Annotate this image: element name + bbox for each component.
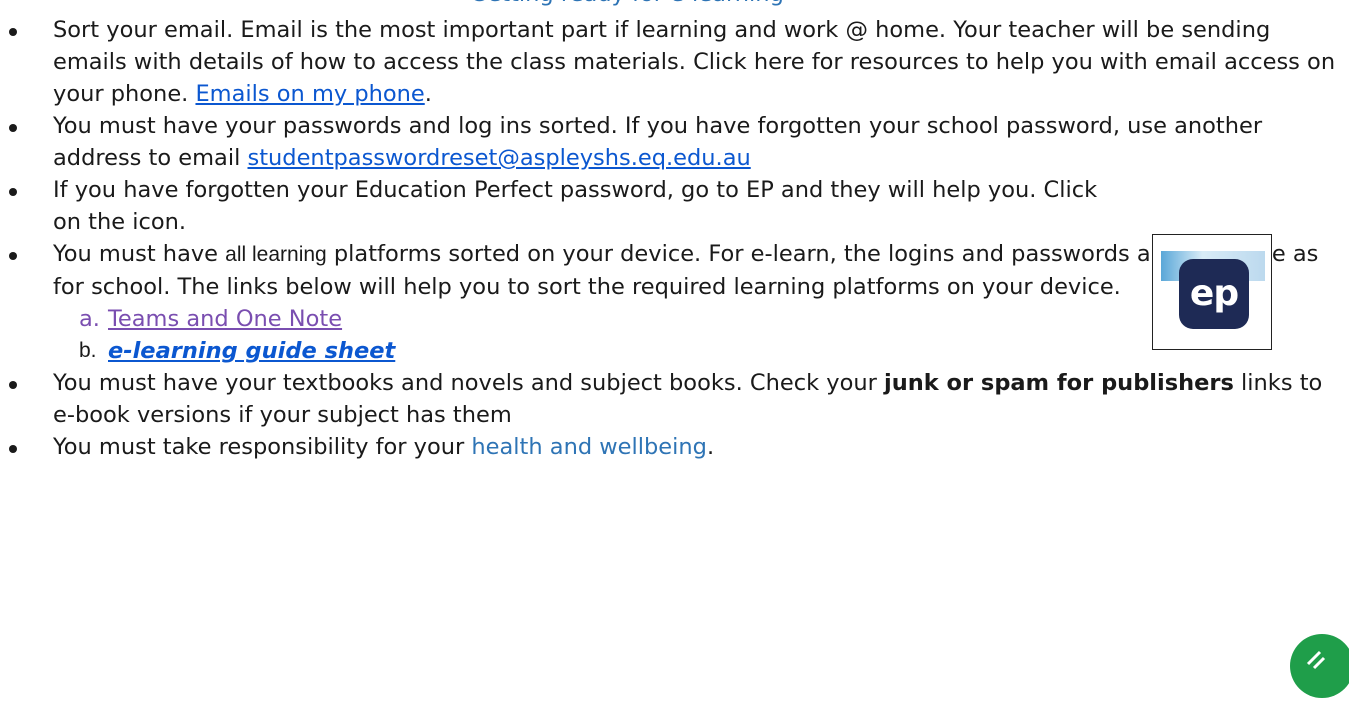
health-and-wellbeing-link[interactable]: health and wellbeing [471, 434, 707, 460]
teams-and-one-note-link[interactable]: Teams and One Note [108, 306, 342, 332]
item-text: If you have forgotten your Education Per… [53, 177, 1098, 235]
list-item-email: Sort your email. Email is the most impor… [0, 14, 1349, 110]
list-item-textbooks: You must have your textbooks and novels … [0, 367, 1349, 431]
bold-text: junk or spam for publishers [884, 370, 1234, 396]
list-item-platforms: You must have all learning platforms sor… [0, 238, 1349, 367]
list-item-passwords: You must have your passwords and log ins… [0, 110, 1349, 174]
password-reset-email-link[interactable]: studentpasswordreset@aspleyshs.eq.edu.au [248, 145, 751, 171]
list-item-wellbeing: You must take responsibility for your he… [0, 431, 1349, 463]
e-learning-guide-sheet-link[interactable]: e-learning guide sheet [108, 338, 395, 364]
ep-logo-icon: ep [1179, 259, 1249, 329]
emails-on-my-phone-link[interactable]: Emails on my phone [195, 81, 424, 107]
list-item-education-perfect: If you have forgotten your Education Per… [0, 174, 1349, 238]
bullet-list: Sort your email. Email is the most impor… [0, 14, 1349, 463]
wellbeing-ruler-icon[interactable] [1290, 634, 1349, 698]
education-perfect-icon[interactable]: ep [1152, 234, 1272, 350]
section-heading-fragment: Getting ready for e-learning [470, 0, 784, 10]
